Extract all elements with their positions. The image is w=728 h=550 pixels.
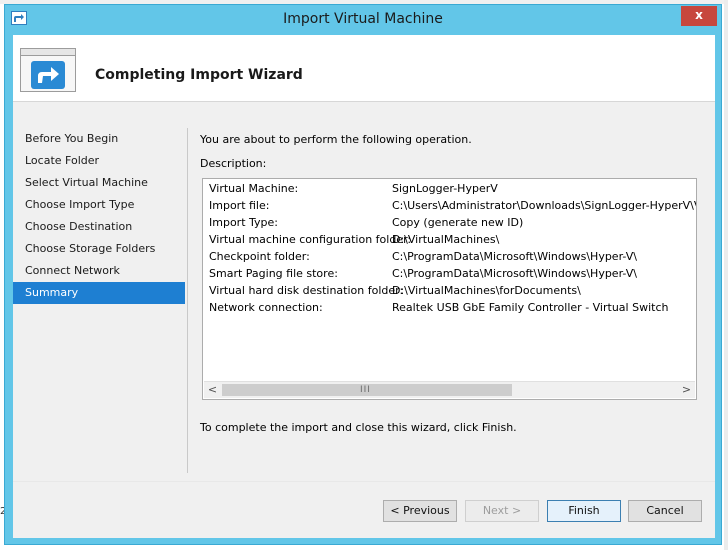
wizard-header: Completing Import Wizard xyxy=(13,35,715,102)
nav-divider xyxy=(187,128,188,473)
import-wizard-icon xyxy=(20,48,76,92)
import-vm-dialog: Import Virtual Machine x Completing Impo… xyxy=(4,4,722,545)
row-label: Network connection: xyxy=(209,301,323,314)
scroll-thumb[interactable]: III xyxy=(222,384,512,396)
step-select-virtual-machine[interactable]: Select Virtual Machine xyxy=(13,172,185,194)
step-choose-destination[interactable]: Choose Destination xyxy=(13,216,185,238)
intro-text: You are about to perform the following o… xyxy=(200,133,472,146)
horizontal-scrollbar[interactable]: < III > xyxy=(204,381,695,398)
window-title: Import Virtual Machine xyxy=(283,11,443,27)
scroll-right-arrow-icon[interactable]: > xyxy=(678,382,695,398)
row-value: Realtek USB GbE Family Controller - Virt… xyxy=(392,301,669,314)
finish-instruction: To complete the import and close this wi… xyxy=(200,421,517,434)
step-connect-network[interactable]: Connect Network xyxy=(13,260,185,282)
description-label: Description: xyxy=(200,157,267,170)
step-choose-storage-folders[interactable]: Choose Storage Folders xyxy=(13,238,185,260)
row-label: Virtual machine configuration folder: xyxy=(209,233,412,246)
row-label: Smart Paging file store: xyxy=(209,267,338,280)
row-value: C:\Users\Administrator\Downloads\SignLog… xyxy=(392,199,697,212)
wizard-title: Completing Import Wizard xyxy=(95,67,303,83)
step-before-you-begin[interactable]: Before You Begin xyxy=(13,128,185,150)
step-locate-folder[interactable]: Locate Folder xyxy=(13,150,185,172)
row-label: Import file: xyxy=(209,199,270,212)
scroll-left-arrow-icon[interactable]: < xyxy=(204,382,221,398)
row-value: Copy (generate new ID) xyxy=(392,216,524,229)
row-value: SignLogger-HyperV xyxy=(392,182,498,195)
close-button[interactable]: x xyxy=(681,6,717,26)
previous-button[interactable]: < Previous xyxy=(383,500,457,522)
row-value: C:\ProgramData\Microsoft\Windows\Hyper-V… xyxy=(392,267,637,280)
row-label: Virtual Machine: xyxy=(209,182,299,195)
step-choose-import-type[interactable]: Choose Import Type xyxy=(13,194,185,216)
wizard-steps-nav: Before You Begin Locate Folder Select Vi… xyxy=(13,128,185,304)
row-value: D:\VirtualMachines\ xyxy=(392,233,500,246)
scroll-grip-icon: III xyxy=(360,385,371,395)
background-app-edge xyxy=(724,0,728,550)
row-value: C:\ProgramData\Microsoft\Windows\Hyper-V… xyxy=(392,250,637,263)
description-box[interactable]: Virtual Machine: SignLogger-HyperV Impor… xyxy=(202,178,697,400)
finish-button[interactable]: Finish xyxy=(547,500,621,522)
row-label: Checkpoint folder: xyxy=(209,250,310,263)
row-label: Virtual hard disk destination folder: xyxy=(209,284,404,297)
title-bar[interactable]: Import Virtual Machine x xyxy=(5,5,721,35)
footer-divider xyxy=(13,481,715,482)
dialog-body: Completing Import Wizard Before You Begi… xyxy=(13,35,715,538)
step-summary[interactable]: Summary xyxy=(13,282,185,304)
row-label: Import Type: xyxy=(209,216,278,229)
cancel-button[interactable]: Cancel xyxy=(628,500,702,522)
next-button[interactable]: Next > xyxy=(465,500,539,522)
row-value: D:\VirtualMachines\forDocuments\ xyxy=(392,284,581,297)
